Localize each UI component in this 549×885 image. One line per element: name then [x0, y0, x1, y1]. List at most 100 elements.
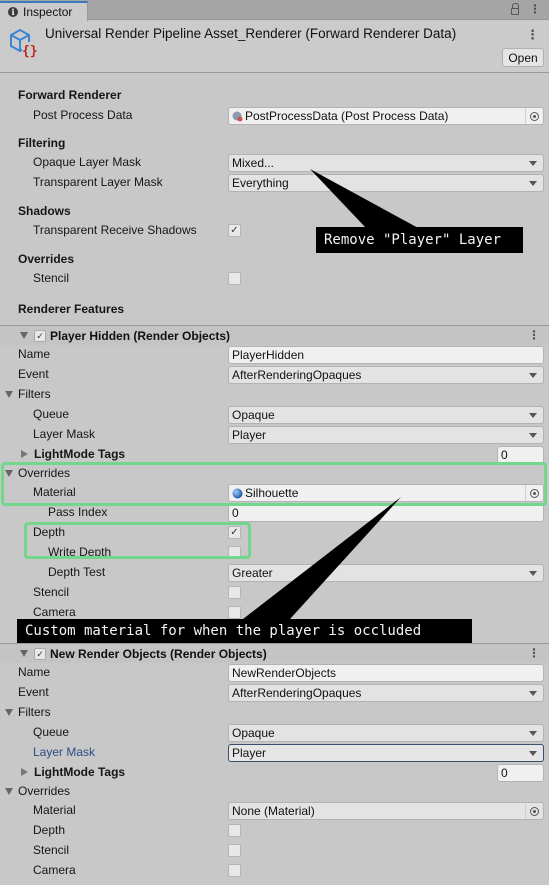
field-label: Transparent Receive Shadows: [33, 223, 197, 237]
object-picker-icon[interactable]: [525, 803, 543, 819]
object-picker-icon[interactable]: [525, 485, 543, 501]
layer-mask-dropdown[interactable]: Player: [228, 426, 544, 444]
lightmode-tags-count-input[interactable]: 0: [497, 446, 544, 464]
asset-title: Universal Render Pipeline Asset_Renderer…: [45, 26, 457, 41]
inspector-header: {} Universal Render Pipeline Asset_Rende…: [0, 21, 549, 73]
name-input[interactable]: PlayerHidden: [228, 346, 544, 364]
foldout-arrow-icon[interactable]: [5, 709, 13, 716]
camera-checkbox[interactable]: [228, 864, 241, 877]
layer-mask-row: Layer Mask Player: [0, 425, 549, 445]
section-title: Filtering: [18, 136, 66, 150]
open-button[interactable]: Open: [502, 48, 544, 67]
svg-text:{}: {}: [22, 44, 38, 58]
renderer-features-section: Renderer Features: [0, 300, 549, 320]
material-row: Material Silhouette: [0, 483, 549, 503]
transparent-layer-mask-dropdown[interactable]: Everything: [228, 174, 544, 192]
header-kebab-icon[interactable]: ⋮: [526, 27, 539, 43]
foldout-arrow-icon[interactable]: [5, 788, 13, 795]
material-field[interactable]: None (Material): [228, 802, 544, 820]
lock-icon[interactable]: [511, 3, 519, 15]
stencil-row: Stencil: [0, 269, 549, 289]
overrides-foldout[interactable]: Overrides: [0, 464, 549, 484]
foldout-arrow-icon[interactable]: [20, 332, 28, 339]
transparent-receive-shadows-checkbox[interactable]: ✓: [228, 224, 241, 237]
object-picker-icon[interactable]: [525, 108, 543, 124]
custom-material-callout: Custom material for when the player is o…: [17, 619, 472, 643]
depth-checkbox[interactable]: [228, 824, 241, 837]
foldout-arrow-icon[interactable]: [5, 470, 13, 477]
section-title: Overrides: [18, 252, 75, 266]
lightmode-tags-row: LightMode Tags 0: [0, 445, 549, 465]
feature-header-new-render-objects[interactable]: ✓ New Render Objects (Render Objects) ⋮: [0, 643, 549, 663]
overrides-section: Overrides: [0, 250, 549, 270]
name-input[interactable]: NewRenderObjects: [228, 664, 544, 682]
write-depth-checkbox[interactable]: [228, 546, 241, 559]
field-label: Depth: [33, 823, 66, 837]
stencil-checkbox[interactable]: [228, 844, 241, 857]
feature-enabled-checkbox[interactable]: ✓: [34, 648, 46, 660]
feature-enabled-checkbox[interactable]: ✓: [34, 330, 46, 342]
filters-foldout[interactable]: Filters: [0, 703, 549, 723]
kebab-menu-icon[interactable]: ⋮: [529, 3, 541, 15]
foldout-arrow-icon[interactable]: [21, 768, 28, 776]
input-value: 0: [232, 506, 239, 520]
event-row: Event AfterRenderingOpaques: [0, 365, 549, 385]
field-label: Stencil: [33, 585, 70, 599]
dropdown-value: Player: [232, 746, 267, 760]
field-label: Transparent Layer Mask: [33, 175, 163, 189]
dropdown-value: Opaque: [232, 726, 275, 740]
section-title: Renderer Features: [18, 302, 125, 316]
feature-kebab-icon[interactable]: ⋮: [528, 646, 540, 660]
pass-index-input[interactable]: 0: [228, 504, 544, 522]
event-dropdown[interactable]: AfterRenderingOpaques: [228, 684, 544, 702]
material-field[interactable]: Silhouette: [228, 484, 544, 502]
dropdown-value: Opaque: [232, 408, 275, 422]
opaque-layer-mask-dropdown[interactable]: Mixed...: [228, 154, 544, 172]
filtering-section: Filtering: [0, 134, 549, 154]
field-label: Event: [18, 367, 49, 381]
shadows-section: Shadows: [0, 202, 549, 222]
overrides-foldout[interactable]: Overrides: [0, 782, 549, 802]
field-label: Camera: [33, 863, 76, 877]
field-label: Stencil: [33, 271, 70, 285]
tab-bar: i Inspector ⋮: [0, 0, 549, 21]
post-process-data-field[interactable]: PostProcessData (Post Process Data): [228, 107, 544, 125]
dropdown-arrow-icon: [529, 433, 537, 438]
field-label: Opaque Layer Mask: [33, 155, 142, 169]
feature-header-player-hidden[interactable]: ✓ Player Hidden (Render Objects) ⋮: [0, 325, 549, 345]
filters-foldout[interactable]: Filters: [0, 385, 549, 405]
depth-row: Depth ✓: [0, 523, 549, 543]
field-value: PostProcessData (Post Process Data): [245, 109, 449, 123]
feature-title: Player Hidden (Render Objects): [50, 329, 231, 343]
foldout-arrow-icon[interactable]: [21, 450, 28, 458]
event-dropdown[interactable]: AfterRenderingOpaques: [228, 366, 544, 384]
depth-checkbox[interactable]: ✓: [228, 526, 241, 539]
dropdown-value: Mixed...: [232, 156, 275, 170]
feature-title: New Render Objects (Render Objects): [50, 647, 267, 661]
stencil-row: Stencil: [0, 841, 549, 861]
dropdown-value: AfterRenderingOpaques: [232, 368, 362, 382]
forward-renderer-section: Forward Renderer: [0, 86, 549, 106]
field-label: Material: [33, 803, 76, 817]
input-value: 0: [501, 766, 508, 780]
field-label: Pass Index: [48, 505, 108, 519]
queue-dropdown[interactable]: Opaque: [228, 724, 544, 742]
stencil-checkbox[interactable]: [228, 272, 241, 285]
stencil-checkbox[interactable]: [228, 586, 241, 599]
depth-test-dropdown[interactable]: Greater: [228, 564, 544, 582]
name-row: Name NewRenderObjects: [0, 663, 549, 683]
camera-checkbox[interactable]: [228, 606, 241, 619]
field-label: Name: [18, 347, 51, 361]
remove-player-layer-callout: Remove "Player" Layer: [316, 227, 523, 253]
queue-row: Queue Opaque: [0, 723, 549, 743]
post-process-asset-icon: [232, 111, 243, 121]
lightmode-tags-row: LightMode Tags 0: [0, 763, 549, 783]
foldout-arrow-icon[interactable]: [5, 391, 13, 398]
feature-kebab-icon[interactable]: ⋮: [528, 328, 540, 342]
lightmode-tags-count-input[interactable]: 0: [497, 764, 544, 782]
field-label: Layer Mask: [33, 745, 96, 759]
foldout-arrow-icon[interactable]: [20, 650, 28, 657]
tab-inspector[interactable]: i Inspector: [0, 1, 88, 21]
layer-mask-dropdown[interactable]: Player: [228, 744, 544, 762]
queue-dropdown[interactable]: Opaque: [228, 406, 544, 424]
